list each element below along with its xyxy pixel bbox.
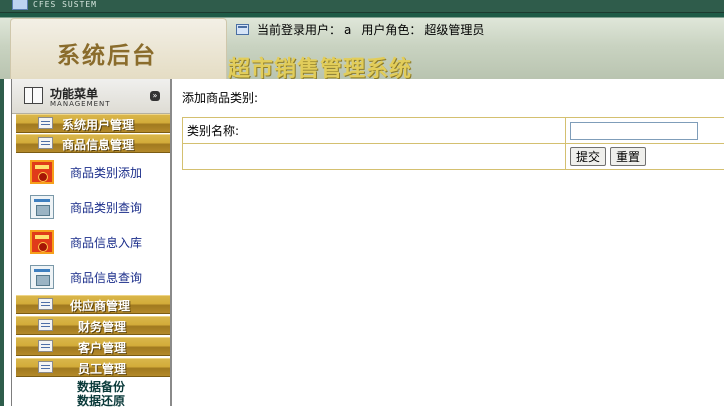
current-user-label: 当前登录用户： [257,21,341,38]
folder-icon [38,319,53,331]
folder-icon [38,117,53,129]
menu-category-label: 客户管理 [78,339,126,356]
empty-cell [183,144,566,170]
menu-category-label: 系统用户管理 [62,116,134,133]
form-row-actions: 提交重置 [183,144,724,170]
menu-item-label: 商品信息入库 [70,234,142,251]
menu-category-customer[interactable]: 客户管理 [16,337,170,356]
folder-icon [38,361,53,373]
user-info-bar: 当前登录用户： a 用户角色： 超级管理员 [236,21,487,38]
add-category-form: 类别名称: 提交重置 [182,117,724,170]
menu-item-label: 商品类别添加 [70,164,142,181]
actions-cell: 提交重置 [566,144,724,170]
category-name-input[interactable] [570,122,698,140]
category-name-label: 类别名称: [183,118,566,144]
menu-item-stock-in[interactable]: 商品信息入库 [16,226,170,260]
menu-item-query-product[interactable]: 商品信息查询 [16,261,170,295]
sidebar: 功能菜单 MANAGEMENT » 系统用户管理 商品信息管理 商品类别添加 商… [0,79,172,406]
monitor-icon [236,24,249,35]
category-name-cell [566,118,724,144]
red-form-icon [30,230,54,254]
menu-item-add-category[interactable]: 商品类别添加 [16,156,170,190]
collapse-icon[interactable]: » [150,91,160,101]
folder-icon [38,340,53,352]
data-restore-link[interactable]: 数据还原 [77,392,125,409]
menu-category-label: 财务管理 [78,318,126,335]
red-form-icon [30,160,54,184]
folder-icon [38,298,53,310]
menu-category-supplier[interactable]: 供应商管理 [16,295,170,314]
menu-item-query-category[interactable]: 商品类别查询 [16,191,170,225]
reset-button[interactable]: 重置 [610,147,646,166]
menu-item-label: 商品信息查询 [70,269,142,286]
menu-category-finance[interactable]: 财务管理 [16,316,170,335]
menu-category-staff[interactable]: 员工管理 [16,358,170,377]
system-icon [12,0,28,10]
menu-category-label: 商品信息管理 [62,136,134,153]
top-strip: CFES SUSTEM [0,0,724,13]
current-user-name: a [344,23,351,37]
menu-category-label: 员工管理 [78,360,126,377]
page-heading: 添加商品类别: [182,89,258,106]
folder-icon [38,137,53,149]
menu-header[interactable]: 功能菜单 MANAGEMENT » [12,79,170,114]
menu-category-label: 供应商管理 [70,297,130,314]
form-row-category-name: 类别名称: [183,118,724,144]
user-role-name: 超级管理员 [424,21,484,38]
logo-text: 系统后台 [57,36,157,70]
book-icon [24,87,43,104]
blue-window-icon [30,265,54,289]
menu-category-system-users[interactable]: 系统用户管理 [16,114,170,133]
sidebar-left-border [0,79,12,406]
main-content: 添加商品类别: 类别名称: 提交重置 [172,79,724,406]
submit-button[interactable]: 提交 [570,147,606,166]
user-role-label: 用户角色： [361,21,421,38]
system-label: CFES SUSTEM [33,0,97,9]
header: 系统后台 当前登录用户： a 用户角色： 超级管理员 超市销售管理系统 [0,13,724,79]
menu-category-product-info[interactable]: 商品信息管理 [16,134,170,153]
blue-window-icon [30,195,54,219]
logo-box: 系统后台 [10,18,227,80]
menu-subtitle: MANAGEMENT [50,100,111,108]
menu-item-label: 商品类别查询 [70,199,142,216]
